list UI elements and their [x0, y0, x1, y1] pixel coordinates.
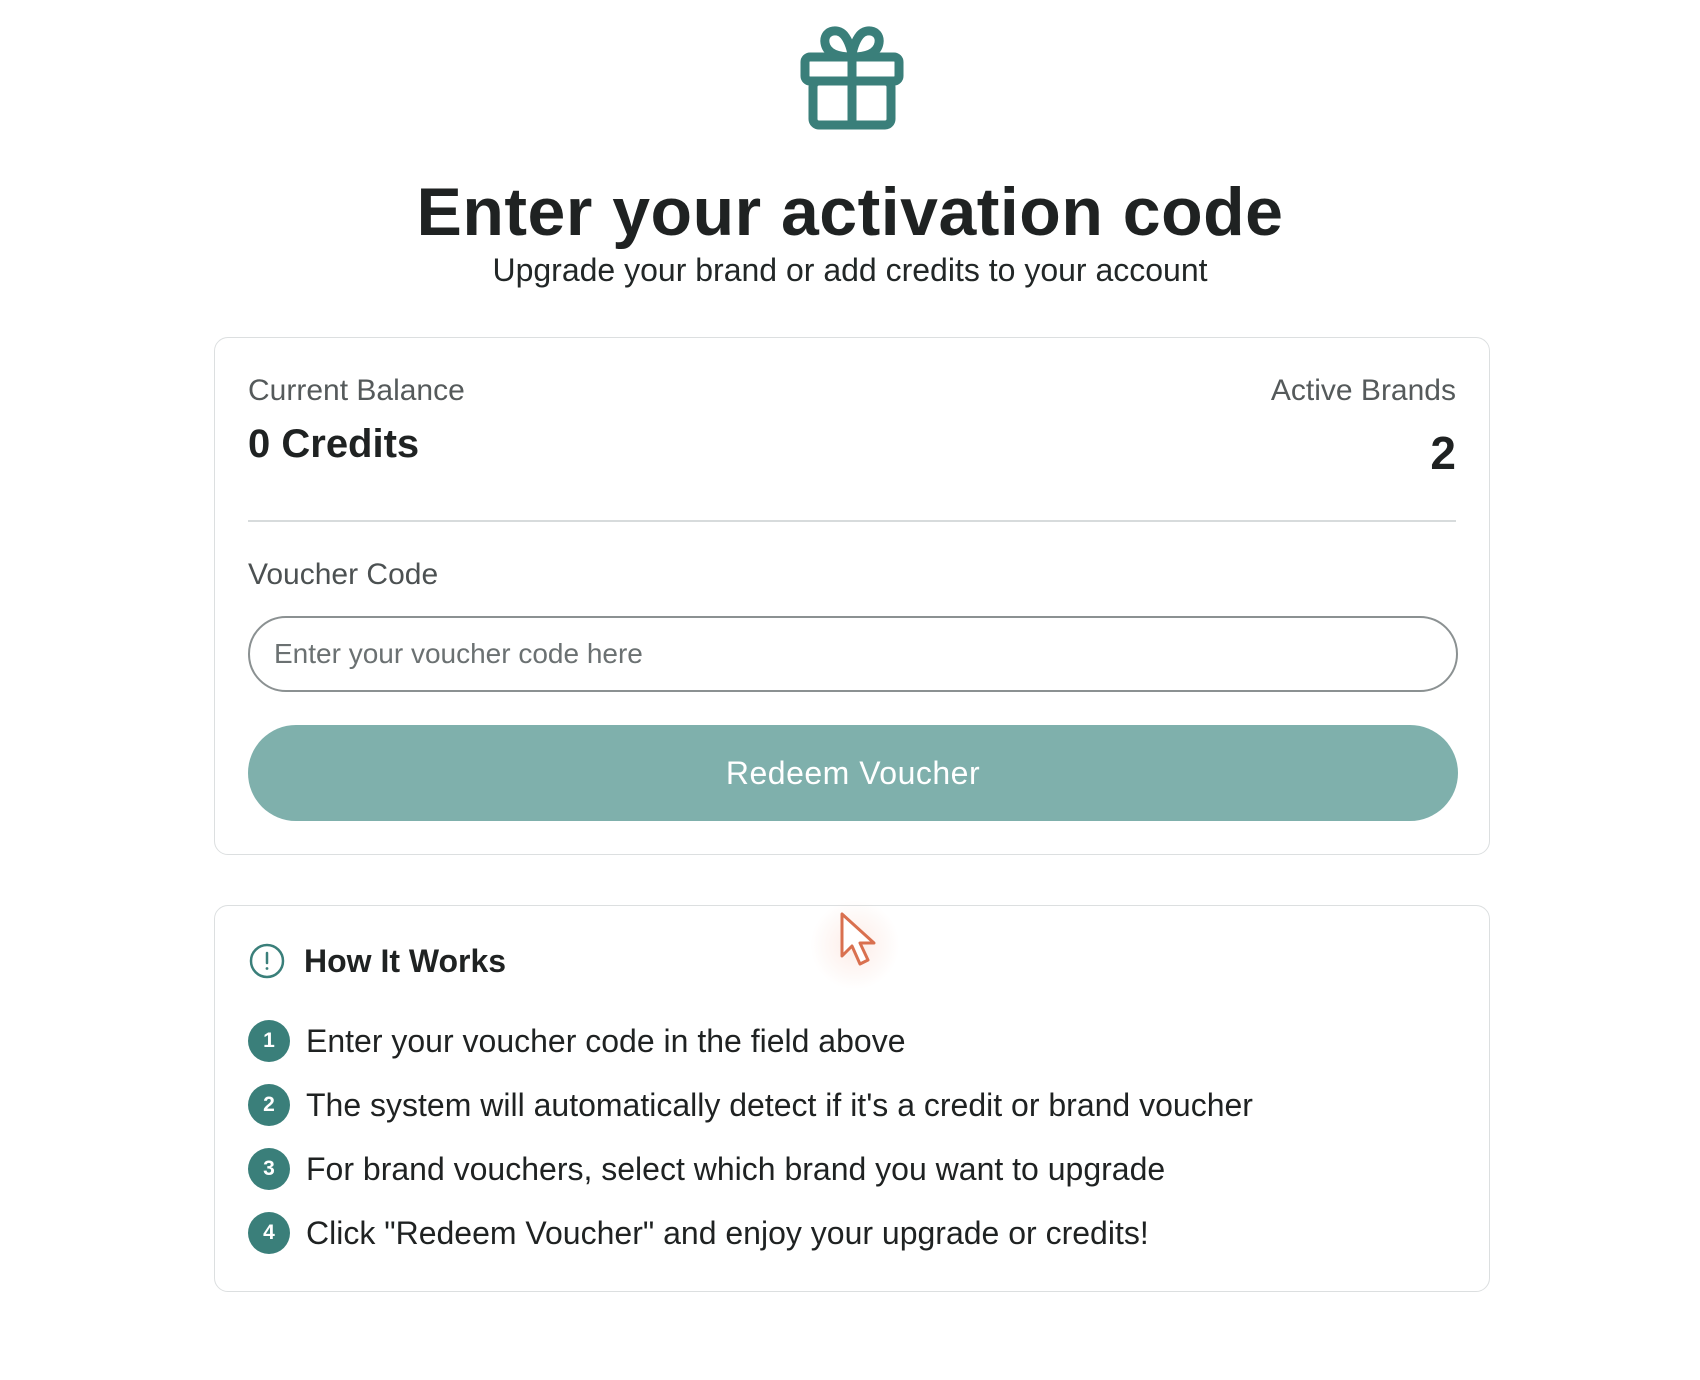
step-text: Enter your voucher code in the field abo…: [306, 1022, 906, 1059]
step-text: For brand vouchers, select which brand y…: [306, 1150, 1166, 1187]
step-number-badge: 4: [248, 1212, 290, 1254]
step-item: 1 Enter your voucher code in the field a…: [248, 1018, 1456, 1064]
step-item: 2 The system will automatically detect i…: [248, 1082, 1456, 1128]
how-it-works-title: How It Works: [304, 943, 507, 979]
active-brands-value: 2: [1430, 427, 1456, 479]
voucher-code-input[interactable]: [248, 616, 1458, 692]
step-number-badge: 3: [248, 1148, 290, 1190]
steps-list: 1 Enter your voucher code in the field a…: [248, 1018, 1456, 1274]
page-subtitle: Upgrade your brand or add credits to you…: [492, 252, 1208, 288]
step-number-badge: 2: [248, 1084, 290, 1126]
step-number-badge: 1: [248, 1020, 290, 1062]
current-balance-value: 0 Credits: [248, 422, 420, 466]
divider: [248, 520, 1456, 522]
step-text: The system will automatically detect if …: [306, 1086, 1253, 1123]
redeem-voucher-button[interactable]: Redeem Voucher: [248, 725, 1458, 821]
gift-icon: [800, 26, 904, 130]
step-text: Click "Redeem Voucher" and enjoy your up…: [306, 1214, 1149, 1251]
voucher-card: Current Balance 0 Credits Active Brands …: [214, 337, 1490, 855]
mouse-cursor-icon: [840, 912, 876, 966]
active-brands-label: Active Brands: [1270, 374, 1456, 407]
current-balance-label: Current Balance: [248, 374, 465, 407]
step-item: 3 For brand vouchers, select which brand…: [248, 1146, 1456, 1192]
info-circle-icon: [249, 943, 285, 979]
voucher-code-label: Voucher Code: [248, 558, 439, 591]
page-title: Enter your activation code: [416, 174, 1284, 250]
step-item: 4 Click "Redeem Voucher" and enjoy your …: [248, 1210, 1456, 1256]
